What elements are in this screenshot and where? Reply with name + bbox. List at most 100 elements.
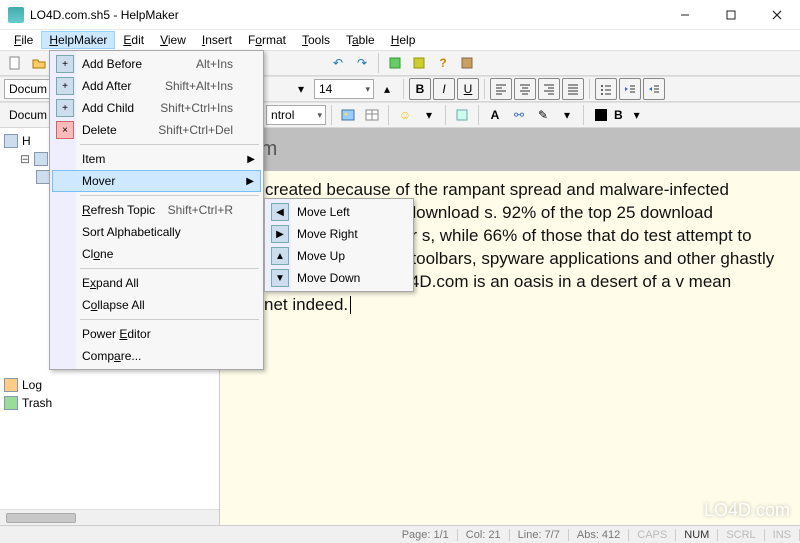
status-abs: Abs: 412 [569, 529, 629, 541]
align-center-icon[interactable] [514, 78, 536, 100]
submenu-arrow-icon: ▶ [247, 154, 255, 165]
menu-table[interactable]: Table [338, 31, 383, 49]
tree-log[interactable]: Log [4, 376, 215, 394]
move-down-icon: ▼ [271, 269, 289, 287]
tool-icon-a[interactable] [384, 52, 406, 74]
menu-file[interactable]: File [6, 31, 41, 49]
window-title: LO4D.com.sh5 - HelpMaker [30, 8, 662, 22]
topic-icon [34, 152, 48, 166]
mover-submenu: ◀ Move Left ▶ Move Right ▲ Move Up ▼ Mov… [264, 198, 414, 292]
window-controls [662, 0, 800, 29]
link-icon[interactable]: ⚯ [508, 104, 530, 126]
fill-color-drop[interactable]: ▾ [626, 104, 648, 126]
menu-refresh-topic[interactable]: Refresh Topic Shift+Ctrl+R [52, 199, 261, 221]
font-color-icon[interactable]: A [484, 104, 506, 126]
style-combo[interactable]: ntrol▾ [266, 105, 326, 125]
align-left-icon[interactable] [490, 78, 512, 100]
menu-format[interactable]: Format [240, 31, 294, 49]
move-right-icon: ▶ [271, 225, 289, 243]
menu-move-down[interactable]: ▼ Move Down [267, 267, 411, 289]
underline-button[interactable]: U [457, 78, 479, 100]
font-size-value: 14 [319, 82, 332, 96]
status-page: Page: 1/1 [394, 529, 458, 541]
menu-move-left[interactable]: ◀ Move Left [267, 201, 411, 223]
drop-icon-b[interactable]: ▾ [556, 104, 578, 126]
status-col: Col: 21 [458, 529, 510, 541]
titlebar: LO4D.com.sh5 - HelpMaker [0, 0, 800, 30]
undo-icon[interactable]: ↶ [327, 52, 349, 74]
menu-move-right[interactable]: ▶ Move Right [267, 223, 411, 245]
delete-icon: × [56, 121, 74, 139]
menu-delete[interactable]: × Delete Shift+Ctrl+Del [52, 119, 261, 141]
statusbar: Page: 1/1 Col: 21 Line: 7/7 Abs: 412 CAP… [0, 525, 800, 543]
emoji-icon[interactable]: ☺ [394, 104, 416, 126]
menu-help[interactable]: Help [383, 31, 424, 49]
menu-add-after[interactable]: + Add After Shift+Alt+Ins [52, 75, 261, 97]
status-ins: INS [765, 529, 800, 541]
increase-font-icon[interactable]: ▴ [376, 78, 398, 100]
menu-edit[interactable]: Edit [115, 31, 152, 49]
move-up-icon: ▲ [271, 247, 289, 265]
menu-sort-alpha[interactable]: Sort Alphabetically [52, 221, 261, 243]
menu-collapse-all[interactable]: Collapse All [52, 294, 261, 316]
italic-button[interactable]: I [433, 78, 455, 100]
home-icon [4, 134, 18, 148]
minimize-button[interactable] [662, 0, 708, 29]
image-icon[interactable] [337, 104, 359, 126]
fill-color-label: B [613, 104, 624, 126]
tool-icon-b[interactable] [408, 52, 430, 74]
menu-insert[interactable]: Insert [194, 31, 240, 49]
menu-add-child[interactable]: + Add Child Shift+Ctrl+Ins [52, 97, 261, 119]
edit-icon[interactable]: ✎ [532, 104, 554, 126]
app-icon [8, 7, 24, 23]
bullet-list-icon[interactable] [595, 78, 617, 100]
redo-icon[interactable]: ↷ [351, 52, 373, 74]
bold-button[interactable]: B [409, 78, 431, 100]
tool-icon-c[interactable] [456, 52, 478, 74]
align-right-icon[interactable] [538, 78, 560, 100]
menu-item[interactable]: Item ▶ [52, 148, 261, 170]
fill-color-swatch[interactable] [589, 104, 611, 126]
menu-helpmaker[interactable]: HelpMaker [41, 31, 115, 49]
menu-clone[interactable]: Clone [52, 243, 261, 265]
editor-heading: .com [220, 128, 800, 171]
tree-root-label: H [22, 134, 31, 148]
table-icon[interactable] [361, 104, 383, 126]
status-line: Line: 7/7 [510, 529, 569, 541]
menu-add-before[interactable]: + Add Before Alt+Ins [52, 53, 261, 75]
help-icon[interactable]: ? [432, 52, 454, 74]
symbol-icon[interactable] [451, 104, 473, 126]
menu-view[interactable]: View [152, 31, 194, 49]
status-scrl: SCRL [718, 529, 764, 541]
text-caret [350, 296, 351, 314]
open-icon[interactable] [28, 52, 50, 74]
add-before-icon: + [56, 55, 74, 73]
status-num: NUM [676, 529, 718, 541]
menu-move-up[interactable]: ▲ Move Up [267, 245, 411, 267]
menu-mover[interactable]: Mover ▶ [52, 170, 261, 192]
menu-tools[interactable]: Tools [294, 31, 338, 49]
menu-expand-all[interactable]: Expand All [52, 272, 261, 294]
add-child-icon: + [56, 99, 74, 117]
trash-icon [4, 396, 18, 410]
tree-trash[interactable]: Trash [4, 394, 215, 412]
menu-power-editor[interactable]: Power Editor [52, 323, 261, 345]
move-left-icon: ◀ [271, 203, 289, 221]
close-button[interactable] [754, 0, 800, 29]
submenu-arrow-icon: ▶ [246, 176, 254, 187]
maximize-button[interactable] [708, 0, 754, 29]
drop-icon-a[interactable]: ▾ [418, 104, 440, 126]
menu-compare[interactable]: Compare... [52, 345, 261, 367]
topic-icon [36, 170, 50, 184]
sidebar-hscroll[interactable] [0, 509, 219, 525]
decrease-font-icon[interactable]: ▾ [290, 78, 312, 100]
indent-icon[interactable] [643, 78, 665, 100]
new-doc-icon[interactable] [4, 52, 26, 74]
outdent-icon[interactable] [619, 78, 641, 100]
tree-header-label: Docum [4, 104, 52, 126]
font-size-combo[interactable]: 14▾ [314, 79, 374, 99]
menubar: File HelpMaker Edit View Insert Format T… [0, 30, 800, 50]
style-combo-label: ntrol [271, 108, 294, 122]
watermark: LO4D.com [704, 500, 790, 521]
align-justify-icon[interactable] [562, 78, 584, 100]
